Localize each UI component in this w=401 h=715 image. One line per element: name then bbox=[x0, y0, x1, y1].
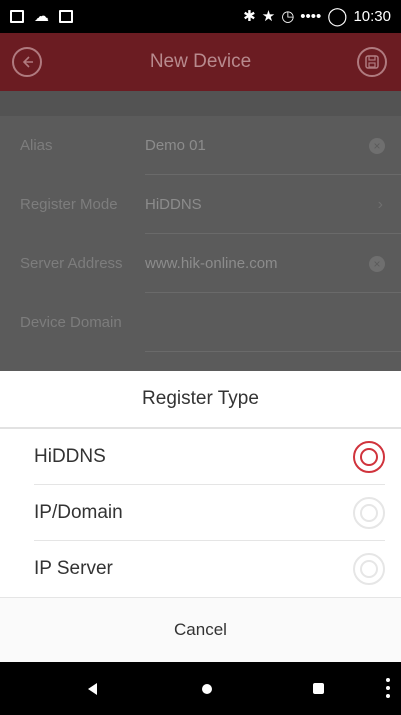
register-mode-label: Register Mode bbox=[20, 196, 118, 213]
option-label: IP Server bbox=[34, 558, 113, 579]
more-vert-icon[interactable] bbox=[386, 678, 390, 698]
register-mode-value: HiDDNS bbox=[145, 196, 202, 213]
nav-home-icon[interactable] bbox=[202, 684, 212, 694]
alarm-icon: ◷ bbox=[281, 8, 295, 25]
alias-row[interactable]: Alias Demo 01 × bbox=[0, 116, 401, 175]
cloud-upload-icon: ☁ bbox=[34, 8, 49, 25]
alias-label: Alias bbox=[20, 137, 53, 154]
back-arrow-icon[interactable] bbox=[12, 47, 42, 77]
image-icon bbox=[10, 10, 24, 23]
bluetooth-icon: ✱ bbox=[243, 8, 256, 25]
chevron-right-icon: › bbox=[377, 195, 383, 213]
save-icon[interactable] bbox=[357, 47, 387, 77]
server-address-label: Server Address bbox=[20, 255, 123, 272]
status-bar: ☁ ✱ ★ ◷ •••• ◯ 10:30 bbox=[0, 0, 401, 33]
register-mode-row[interactable]: Register Mode HiDDNS › bbox=[0, 175, 401, 234]
radio-unselected-icon[interactable] bbox=[353, 497, 385, 529]
system-nav-bar bbox=[0, 662, 401, 715]
device-domain-row[interactable]: Device Domain bbox=[0, 293, 401, 352]
clear-icon[interactable]: × bbox=[369, 255, 385, 272]
page-title: New Device bbox=[149, 51, 252, 72]
radio-unselected-icon[interactable] bbox=[353, 553, 385, 585]
nav-back-icon[interactable] bbox=[88, 683, 97, 695]
star-icon: ★ bbox=[261, 8, 276, 25]
sheet-title: Register Type bbox=[0, 371, 401, 429]
server-address-row[interactable]: Server Address www.hik-online.com × bbox=[0, 234, 401, 293]
server-address-field[interactable]: www.hik-online.com bbox=[145, 255, 369, 272]
radio-selected-icon[interactable] bbox=[353, 441, 385, 473]
option-label: HiDDNS bbox=[34, 446, 106, 467]
photo-stack-icon bbox=[59, 10, 73, 23]
clear-icon[interactable]: × bbox=[369, 137, 385, 154]
device-form: Alias Demo 01 × Register Mode HiDDNS › S… bbox=[0, 91, 401, 371]
signal-icon: •••• bbox=[300, 8, 322, 25]
app-header: New Device bbox=[0, 33, 401, 91]
cancel-button[interactable]: Cancel bbox=[0, 597, 401, 662]
status-time: 10:30 bbox=[353, 8, 391, 25]
option-label: IP/Domain bbox=[34, 502, 123, 523]
battery-ring-icon: ◯ bbox=[327, 6, 348, 26]
device-domain-label: Device Domain bbox=[20, 314, 122, 331]
option-ip-domain[interactable]: IP/Domain bbox=[0, 485, 401, 541]
alias-field[interactable]: Demo 01 bbox=[145, 137, 369, 154]
option-ip-server[interactable]: IP Server bbox=[0, 541, 401, 597]
register-type-sheet: Register Type HiDDNS IP/Domain IP Server… bbox=[0, 371, 401, 662]
option-hiddns[interactable]: HiDDNS bbox=[0, 429, 401, 485]
nav-recents-icon[interactable] bbox=[313, 683, 324, 694]
